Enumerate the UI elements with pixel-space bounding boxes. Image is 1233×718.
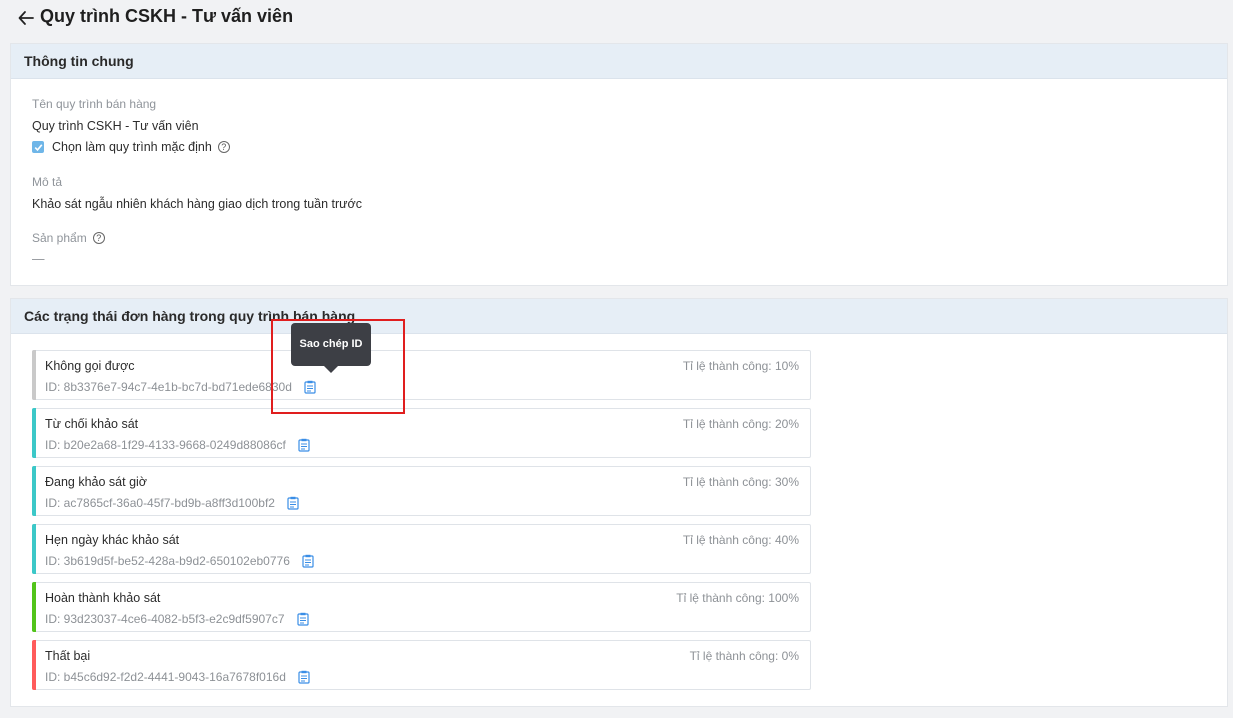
clipboard-icon[interactable] <box>302 554 314 568</box>
status-name: Hoàn thành khảo sát <box>45 591 161 605</box>
status-color-bar <box>32 640 36 690</box>
status-id: ID: 3b619d5f-be52-428a-b9d2-650102eb0776 <box>45 554 290 568</box>
status-success-rate: Tỉ lệ thành công: 0% <box>689 649 799 663</box>
status-id: ID: b45c6d92-f2d2-4441-9043-16a7678f016d <box>45 670 286 684</box>
status-color-bar <box>32 466 36 516</box>
status-success-rate: Tỉ lệ thành công: 100% <box>676 591 799 605</box>
status-id-row: ID: b45c6d92-f2d2-4441-9043-16a7678f016d <box>45 670 310 684</box>
status-id: ID: 8b3376e7-94c7-4e1b-bc7d-bd71ede6830d <box>45 380 292 394</box>
product-label-row: Sản phẩm ? <box>32 231 105 245</box>
status-item[interactable]: Hoàn thành khảo sát Tỉ lệ thành công: 10… <box>32 582 811 632</box>
status-id-row: ID: ac7865cf-36a0-45f7-bd9b-a8ff3d100bf2 <box>45 496 299 510</box>
general-info-card: Thông tin chung Tên quy trình bán hàng Q… <box>10 43 1228 286</box>
product-value: — <box>32 252 45 266</box>
default-process-checkbox[interactable] <box>32 141 44 153</box>
order-statuses-header: Các trạng thái đơn hàng trong quy trình … <box>11 299 1227 334</box>
highlight-box <box>271 319 405 414</box>
status-color-bar <box>32 408 36 458</box>
status-id-row: ID: 3b619d5f-be52-428a-b9d2-650102eb0776 <box>45 554 314 568</box>
process-name-value: Quy trình CSKH - Tư vấn viên <box>32 119 199 133</box>
status-success-rate: Tỉ lệ thành công: 10% <box>682 359 799 373</box>
clipboard-icon[interactable] <box>298 438 310 452</box>
question-circle-icon[interactable]: ? <box>217 141 230 153</box>
arrow-left-icon[interactable] <box>17 9 35 27</box>
product-label: Sản phẩm <box>32 231 87 245</box>
status-item[interactable]: Không gọi được Tỉ lệ thành công: 10% ID:… <box>32 350 811 400</box>
question-circle-icon[interactable]: ? <box>92 232 105 244</box>
default-process-row: Chọn làm quy trình mặc định ? <box>32 140 230 154</box>
status-id-row: ID: 93d23037-4ce6-4082-b5f3-e2c9df5907c7 <box>45 612 309 626</box>
process-name-label: Tên quy trình bán hàng <box>32 97 157 111</box>
status-name: Đang khảo sát giờ <box>45 475 148 489</box>
status-name: Không gọi được <box>45 359 135 373</box>
status-success-rate: Tỉ lệ thành công: 40% <box>682 533 799 547</box>
status-color-bar <box>32 582 36 632</box>
status-item[interactable]: Đang khảo sát giờ Tỉ lệ thành công: 30% … <box>32 466 811 516</box>
status-name: Thất bại <box>45 649 91 663</box>
status-item[interactable]: Thất bại Tỉ lệ thành công: 0% ID: b45c6d… <box>32 640 811 690</box>
status-item[interactable]: Hẹn ngày khác khảo sát Tỉ lệ thành công:… <box>32 524 811 574</box>
general-info-header: Thông tin chung <box>11 44 1227 79</box>
clipboard-icon[interactable] <box>287 496 299 510</box>
check-icon <box>34 143 42 151</box>
status-item[interactable]: Từ chối khảo sát Tỉ lệ thành công: 20% I… <box>32 408 811 458</box>
clipboard-icon[interactable] <box>296 612 309 626</box>
status-success-rate: Tỉ lệ thành công: 20% <box>682 417 799 431</box>
status-id: ID: ac7865cf-36a0-45f7-bd9b-a8ff3d100bf2 <box>45 496 275 510</box>
status-id: ID: b20e2a68-1f29-4133-9668-0249d88086cf <box>45 438 286 452</box>
top-bar: Quy trình CSKH - Tư vấn viên <box>0 0 1233 36</box>
clipboard-icon[interactable] <box>298 670 310 684</box>
status-name: Hẹn ngày khác khảo sát <box>45 533 180 547</box>
status-name: Từ chối khảo sát <box>45 417 139 431</box>
description-value: Khảo sát ngẫu nhiên khách hàng giao dịch… <box>32 197 362 211</box>
status-color-bar <box>32 350 36 400</box>
default-process-label: Chọn làm quy trình mặc định <box>52 140 212 154</box>
status-id-row: ID: b20e2a68-1f29-4133-9668-0249d88086cf <box>45 438 310 452</box>
page-title: Quy trình CSKH - Tư vấn viên <box>40 6 294 26</box>
status-success-rate: Tỉ lệ thành công: 30% <box>682 475 799 489</box>
status-color-bar <box>32 524 36 574</box>
status-id: ID: 93d23037-4ce6-4082-b5f3-e2c9df5907c7 <box>45 612 285 626</box>
order-statuses-card: Các trạng thái đơn hàng trong quy trình … <box>10 298 1228 707</box>
description-label: Mô tả <box>32 175 63 189</box>
